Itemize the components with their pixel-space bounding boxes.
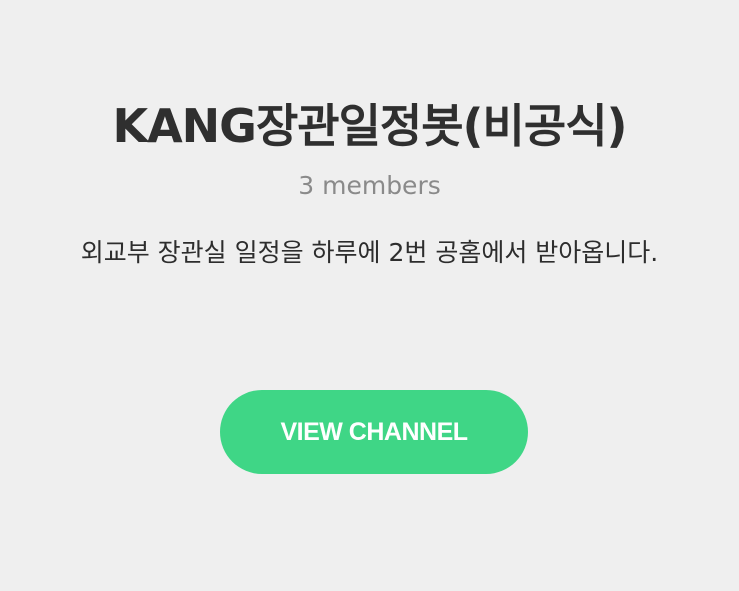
channel-card: KANG장관일정봇(비공식) 3 members 외교부 장관실 일정을 하루에… [0,0,739,591]
channel-description: 외교부 장관실 일정을 하루에 2번 공홈에서 받아옵니다. [80,238,659,267]
page: KANG장관일정봇(비공식) 3 members 외교부 장관실 일정을 하루에… [0,0,739,591]
member-count: 3 members [298,171,441,200]
channel-title: KANG장관일정봇(비공식) [112,99,627,153]
view-channel-button[interactable]: VIEW CHANNEL [220,390,528,474]
